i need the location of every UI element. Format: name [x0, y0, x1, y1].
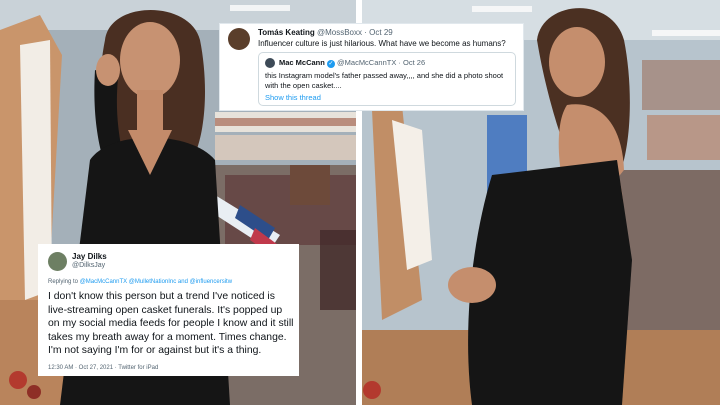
replying-to-prefix: Replying to — [48, 279, 79, 285]
top-tweet-avatar[interactable] — [228, 28, 250, 50]
bottom-tweet-author-name[interactable]: Jay Dilks — [72, 252, 107, 261]
top-tweet-date[interactable]: Oct 29 — [369, 28, 393, 37]
top-tweet-header: Tomás Keating @MossBoxx · Oct 29 — [258, 28, 393, 37]
quoted-tweet-separator: · — [398, 58, 401, 67]
bottom-tweet-timestamp[interactable]: 12:30 AM · Oct 27, 2021 · Twitter for iP… — [48, 365, 158, 371]
bottom-tweet-avatar[interactable] — [48, 252, 67, 271]
bottom-tweet-author-handle[interactable]: @DilksJay — [72, 262, 105, 269]
quoted-tweet-avatar — [265, 58, 275, 68]
top-tweet-author-name[interactable]: Tomás Keating — [258, 28, 315, 37]
replying-to-line: Replying to @MacMcCannTX @MulletNationIn… — [48, 279, 232, 285]
replying-to-handles[interactable]: @MacMcCannTX @MulletNationInc and @influ… — [80, 279, 232, 285]
top-tweet-text: Influencer culture is just hilarious. Wh… — [258, 39, 506, 48]
quoted-tweet-date: Oct 26 — [403, 58, 426, 67]
quoted-tweet-text: this Instagram model's father passed awa… — [265, 71, 504, 90]
bottom-tweet-card: Jay Dilks @DilksJay Replying to @MacMcCa… — [38, 244, 299, 376]
bottom-tweet-text: I don't know this person but a trend I'v… — [48, 291, 294, 357]
top-tweet-card: Tomás Keating @MossBoxx · Oct 29 Influen… — [219, 23, 524, 111]
top-tweet-author-handle[interactable]: @MossBoxx — [317, 28, 362, 37]
show-thread-link[interactable]: Show this thread — [265, 93, 321, 102]
quoted-tweet[interactable]: Mac McCann ✓ @MacMcCannTX · Oct 26 this … — [258, 52, 516, 106]
quoted-tweet-author-handle: @MacMcCannTX — [337, 58, 397, 67]
quoted-tweet-author-name: Mac McCann — [279, 58, 325, 67]
verified-badge-icon: ✓ — [326, 60, 335, 68]
top-tweet-separator: · — [364, 28, 367, 37]
quoted-tweet-header: Mac McCann ✓ @MacMcCannTX · Oct 26 — [279, 58, 425, 68]
